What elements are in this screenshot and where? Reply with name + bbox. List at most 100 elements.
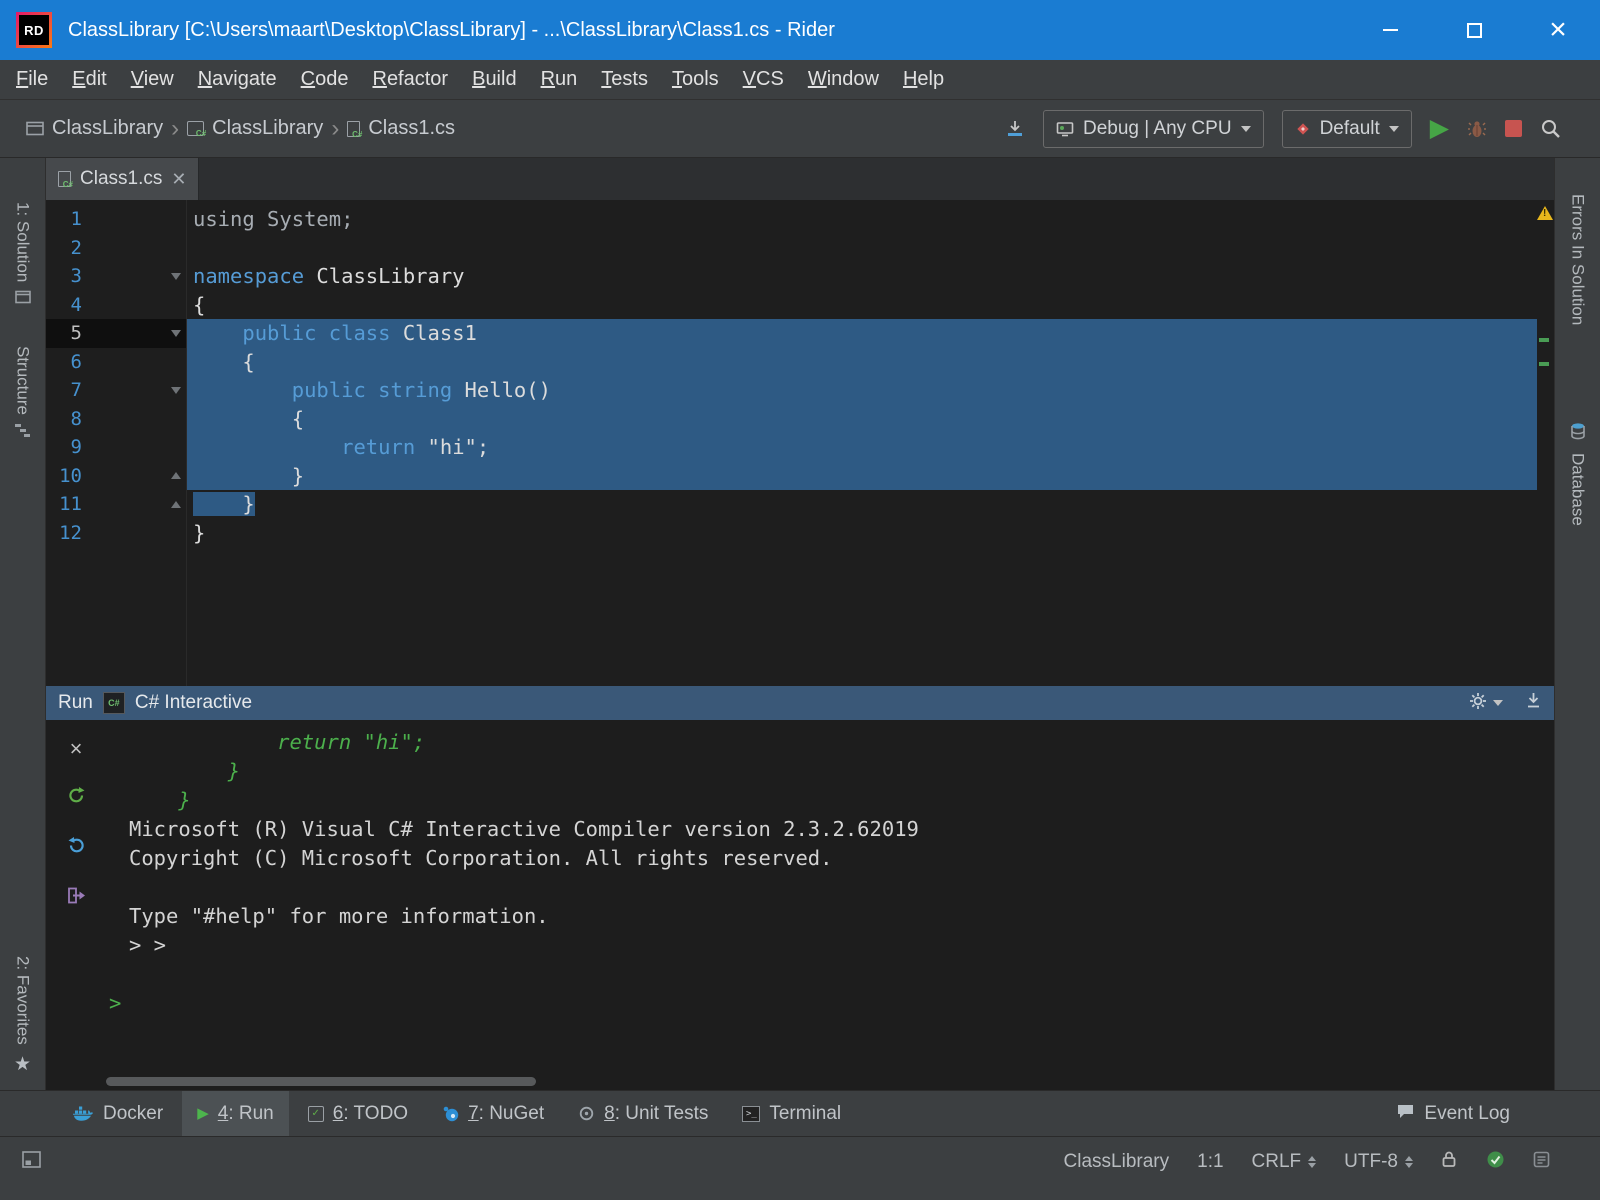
menu-item-refactor[interactable]: Refactor <box>360 60 460 99</box>
rerun-button[interactable] <box>67 786 86 810</box>
gutter-cell[interactable]: 3 <box>46 262 186 291</box>
status-caret-position[interactable]: 1:1 <box>1197 1151 1223 1173</box>
gutter-cell[interactable]: 4 <box>46 291 186 320</box>
send-to-interactive-button[interactable] <box>67 886 86 910</box>
gutter-cell[interactable]: 5 <box>46 319 186 348</box>
stripe-button-database[interactable]: Database <box>1555 422 1600 526</box>
csharp-interactive-tab[interactable]: C# Interactive <box>135 692 252 714</box>
fold-marker-open-icon[interactable] <box>166 273 186 280</box>
console-line: return "hi"; <box>129 728 1554 757</box>
tab-close-icon[interactable]: ✕ <box>171 170 186 188</box>
menu-item-navigate[interactable]: Navigate <box>186 60 289 99</box>
highlighting-level-icon[interactable] <box>1486 1150 1505 1174</box>
gutter-cell[interactable]: 11 <box>46 490 186 519</box>
fold-marker-open-icon[interactable] <box>166 330 186 337</box>
status-encoding[interactable]: UTF-8 <box>1344 1151 1413 1173</box>
toolwindow-button-terminal[interactable]: >_Terminal <box>727 1091 856 1136</box>
toolwindow-button-todo[interactable]: ✓6: TODO <box>293 1091 423 1136</box>
rerun-icon <box>67 786 86 805</box>
console-line: Copyright (C) Microsoft Corporation. All… <box>129 844 1554 873</box>
menu-item-tools[interactable]: Tools <box>660 60 731 99</box>
stripe-button-errors[interactable]: Errors In Solution <box>1555 194 1600 325</box>
breadcrumb-project[interactable]: C# ClassLibrary <box>187 117 323 140</box>
toolwindow-button-eventlog[interactable]: Event Log <box>1396 1091 1510 1136</box>
code-line[interactable]: 8 { <box>46 405 1537 434</box>
run-toolwindow-header[interactable]: Run C# C# Interactive <box>46 686 1554 720</box>
code-line[interactable]: 6 { <box>46 348 1537 377</box>
scroll-to-end-button[interactable] <box>1525 692 1542 714</box>
fold-marker-close-icon[interactable] <box>166 501 186 508</box>
gutter-cell[interactable]: 9 <box>46 433 186 462</box>
horizontal-scrollbar[interactable] <box>106 1077 536 1086</box>
menu-item-window[interactable]: Window <box>796 60 891 99</box>
menu-item-vcs[interactable]: VCS <box>731 60 796 99</box>
stripe-button-structure[interactable]: Structure <box>0 346 45 443</box>
stripe-button-solution[interactable]: 1: Solution <box>0 202 45 309</box>
fold-marker-close-icon[interactable] <box>166 472 186 479</box>
stop-button[interactable] <box>1505 120 1522 137</box>
menu-item-view[interactable]: View <box>119 60 186 99</box>
close-session-button[interactable]: × <box>70 738 83 760</box>
toolwindow-button-nuget[interactable]: 7: NuGet <box>427 1091 559 1136</box>
maximize-button[interactable] <box>1432 0 1516 60</box>
editor-tab-class1[interactable]: C# Class1.cs ✕ <box>46 158 199 200</box>
menu-item-edit[interactable]: Edit <box>60 60 118 99</box>
code-line[interactable]: 3namespace ClassLibrary <box>46 262 1537 291</box>
status-line-separator[interactable]: CRLF <box>1252 1151 1317 1173</box>
menu-item-code[interactable]: Code <box>289 60 361 99</box>
toolwindow-button-unittests[interactable]: 8: Unit Tests <box>563 1091 723 1136</box>
menu-item-file[interactable]: File <box>4 60 60 99</box>
close-button[interactable]: × <box>1516 0 1600 60</box>
inspection-profile-selector[interactable]: Default <box>1282 110 1412 148</box>
run-configuration-selector[interactable]: Debug | Any CPU <box>1043 110 1264 148</box>
breadcrumb-file[interactable]: C# Class1.cs <box>347 117 455 140</box>
run-button[interactable]: ▶ <box>1430 116 1449 141</box>
build-solution-button[interactable] <box>1005 120 1025 138</box>
navigation-toolbar: ClassLibrary C# ClassLibrary C# Class1.c… <box>0 100 1600 158</box>
gutter-cell[interactable]: 12 <box>46 519 186 548</box>
code-line[interactable]: 1using System; <box>46 205 1537 234</box>
stripe-button-favorites[interactable]: 2: Favorites ★ <box>0 956 45 1076</box>
status-project[interactable]: ClassLibrary <box>1064 1151 1170 1173</box>
gutter-cell[interactable]: 2 <box>46 234 186 263</box>
restart-button[interactable] <box>67 836 86 860</box>
code-line[interactable]: 10 } <box>46 462 1537 491</box>
gutter-cell[interactable]: 10 <box>46 462 186 491</box>
menu-item-build[interactable]: Build <box>460 60 528 99</box>
console-body[interactable]: return "hi"; } }Microsoft (R) Visual C# … <box>106 720 1554 1090</box>
rider-logo-icon: RD <box>16 12 52 48</box>
fold-marker-open-icon[interactable] <box>166 387 186 394</box>
vcs-change-marker <box>1539 338 1549 342</box>
csharp-interactive-console[interactable]: × return "hi"; } }Microsoft (R) Visual C… <box>46 720 1554 1090</box>
code-line[interactable]: 7 public string Hello() <box>46 376 1537 405</box>
toolwindow-toggle-icon[interactable] <box>22 1150 42 1174</box>
code-line[interactable]: 9 return "hi"; <box>46 433 1537 462</box>
menu-item-run[interactable]: Run <box>529 60 590 99</box>
code-line[interactable]: 5 public class Class1 <box>46 319 1537 348</box>
toolwindow-button-run[interactable]: ▶4: Run <box>182 1091 289 1136</box>
menu-item-tests[interactable]: Tests <box>589 60 660 99</box>
readonly-lock-icon[interactable] <box>1441 1150 1458 1174</box>
error-stripe[interactable] <box>1537 200 1554 686</box>
gutter-cell[interactable]: 1 <box>46 205 186 234</box>
debug-button[interactable] <box>1467 119 1487 139</box>
breadcrumb-solution[interactable]: ClassLibrary <box>26 117 163 140</box>
code-line[interactable]: 4{ <box>46 291 1537 320</box>
status-misc-icon[interactable] <box>1533 1151 1550 1173</box>
gutter-cell[interactable]: 8 <box>46 405 186 434</box>
minimize-button[interactable] <box>1348 0 1432 60</box>
gutter-cell[interactable]: 6 <box>46 348 186 377</box>
code-line[interactable]: 11 } <box>46 490 1537 519</box>
search-everywhere-button[interactable] <box>1540 118 1562 140</box>
settings-button[interactable] <box>1469 692 1487 715</box>
gutter-cell[interactable]: 7 <box>46 376 186 405</box>
warning-icon[interactable] <box>1537 206 1553 220</box>
menu-item-help[interactable]: Help <box>891 60 956 99</box>
terminal-icon: >_ <box>742 1106 760 1122</box>
code-editor[interactable]: 1using System;23namespace ClassLibrary4{… <box>46 200 1554 686</box>
toolwindow-button-docker[interactable]: Docker <box>58 1091 178 1136</box>
line-number: 11 <box>46 493 82 515</box>
bottom-buttons: Docker▶4: Run✓6: TODO7: NuGet8: Unit Tes… <box>58 1091 860 1136</box>
code-line[interactable]: 2 <box>46 234 1537 263</box>
code-line[interactable]: 12} <box>46 519 1537 548</box>
